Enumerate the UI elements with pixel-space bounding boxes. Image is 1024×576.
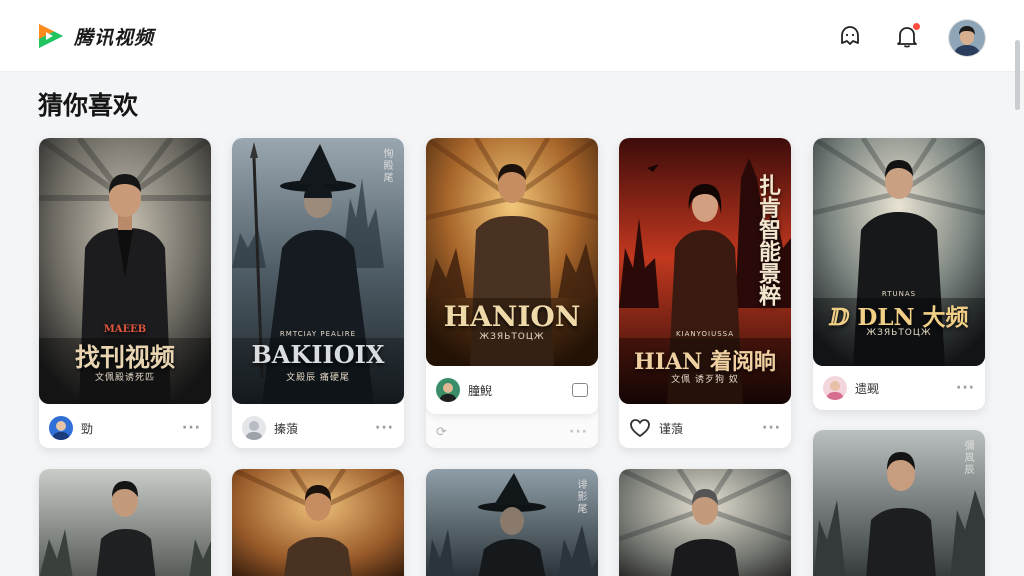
chat-bubble-icon <box>841 26 859 45</box>
poster-subtitle: 文佩 诱歹狗 奴 <box>671 375 739 385</box>
poster-tag: RTUNAS <box>881 290 917 298</box>
video-poster[interactable]: RTUNAS ⅅ DLN 大频 ЖЗЯЬТОЦЖ <box>813 138 985 366</box>
video-poster[interactable]: 扎肯智能景粹 KIANYOIUSSA HIAN 着阅晌 文佩 诱歹狗 奴 <box>619 138 791 404</box>
poster-vertical-text: 恂殿尾 <box>381 148 392 184</box>
top-navigation-bar: 腾讯视频 <box>0 0 1024 72</box>
notification-button[interactable] <box>893 22 921 50</box>
uploader-avatar[interactable] <box>436 378 460 402</box>
poster-image <box>232 469 404 576</box>
poster-tag: RMTCIAY PEALIRE <box>279 330 357 338</box>
poster-subtitle: 文佩殿诱死匹 <box>94 373 155 383</box>
card-footer-secondary: ⟳ ··· <box>426 416 598 448</box>
video-card[interactable]: 彌凮辰 <box>813 430 985 576</box>
poster-title: 找刊视频 <box>74 343 175 372</box>
uploader-avatar[interactable] <box>242 416 266 440</box>
poster-title: HANION <box>443 300 581 333</box>
heart-icon[interactable] <box>629 418 651 438</box>
card-footer: 勁 ··· <box>39 406 211 448</box>
video-poster[interactable] <box>232 469 404 576</box>
video-card[interactable] <box>619 469 791 576</box>
video-card[interactable]: HANION ЖЗЯЬТОЦЖ 朣鯢 ⟳ ··· <box>426 138 598 448</box>
more-options-icon[interactable]: ··· <box>375 420 394 436</box>
more-options-icon[interactable]: ··· <box>569 424 588 440</box>
refresh-icon[interactable]: ⟳ <box>436 425 447 440</box>
poster-image <box>39 469 211 576</box>
uploader-name[interactable]: 遗觋 <box>855 380 956 397</box>
uploader-name[interactable]: 朣鯢 <box>468 382 572 399</box>
uploader-avatar[interactable] <box>823 376 847 400</box>
poster-title: ⅅ DLN 大频 <box>829 304 969 331</box>
poster-tag: KIANYOIUSSA <box>675 330 735 338</box>
uploader-name[interactable]: 勁 <box>81 420 182 437</box>
app-name: 腾讯视频 <box>74 26 155 49</box>
video-poster[interactable]: 彌凮辰 <box>813 430 985 576</box>
poster-vertical-text: 诽影尾 <box>575 479 586 515</box>
more-options-icon[interactable]: ··· <box>762 420 781 436</box>
poster-title: BAKIIOIX <box>251 340 385 369</box>
uploader-avatar[interactable] <box>49 416 73 440</box>
poster-tag: MAEEB <box>103 324 147 335</box>
video-card[interactable]: RTUNAS ⅅ DLN 大频 ЖЗЯЬТОЦЖ 遗觋 ··· <box>813 138 985 410</box>
poster-image <box>619 469 791 576</box>
video-poster[interactable]: HANION ЖЗЯЬТОЦЖ <box>426 138 598 366</box>
card-footer: 谨蒗 ··· <box>619 406 791 448</box>
poster-subtitle: ЖЗЯЬТОЦЖ <box>479 332 545 342</box>
tencent-video-logo-icon <box>39 24 63 48</box>
video-card[interactable]: 扎肯智能景粹 KIANYOIUSSA HIAN 着阅晌 文佩 诱歹狗 奴 谨蒗 … <box>619 138 791 448</box>
video-poster[interactable] <box>39 469 211 576</box>
video-poster[interactable]: MAEEB 找刊视频 文佩殿诱死匹 <box>39 138 211 404</box>
video-card[interactable]: 诽影尾 <box>426 469 598 576</box>
video-card[interactable]: MAEEB 找刊视频 文佩殿诱死匹 勁 ··· <box>39 138 211 448</box>
video-poster[interactable]: 诽影尾 <box>426 469 598 576</box>
poster-subtitle: ЖЗЯЬТОЦЖ <box>866 328 932 338</box>
video-poster[interactable]: 恂殿尾 RMTCIAY PEALIRE BAKIIOIX 文殿辰 痛硬尾 <box>232 138 404 404</box>
video-card[interactable] <box>232 469 404 576</box>
video-poster[interactable] <box>619 469 791 576</box>
section-title: 猜你喜欢 <box>38 91 139 120</box>
card-footer: 搸蒗 ··· <box>232 406 404 448</box>
poster-vertical-text: 扎肯智能景粹 <box>755 174 781 306</box>
app-logo[interactable]: 腾讯视频 <box>36 22 154 50</box>
user-avatar[interactable] <box>949 20 985 56</box>
card-footer: 朣鯢 <box>426 366 598 414</box>
notification-badge <box>913 23 920 30</box>
card-footer: 遗觋 ··· <box>813 366 985 410</box>
comment-icon[interactable] <box>572 383 588 397</box>
poster-subtitle: 文殿辰 痛硬尾 <box>286 373 350 383</box>
uploader-name[interactable]: 谨蒗 <box>659 420 762 437</box>
video-card[interactable] <box>39 469 211 576</box>
poster-vertical-text: 彌凮辰 <box>962 440 973 476</box>
message-button[interactable] <box>836 22 864 50</box>
uploader-name[interactable]: 搸蒗 <box>274 420 375 437</box>
more-options-icon[interactable]: ··· <box>182 420 201 436</box>
more-options-icon[interactable]: ··· <box>956 380 975 396</box>
video-card[interactable]: 恂殿尾 RMTCIAY PEALIRE BAKIIOIX 文殿辰 痛硬尾 搸蒗 … <box>232 138 404 448</box>
page-scrollbar[interactable] <box>1015 40 1020 110</box>
